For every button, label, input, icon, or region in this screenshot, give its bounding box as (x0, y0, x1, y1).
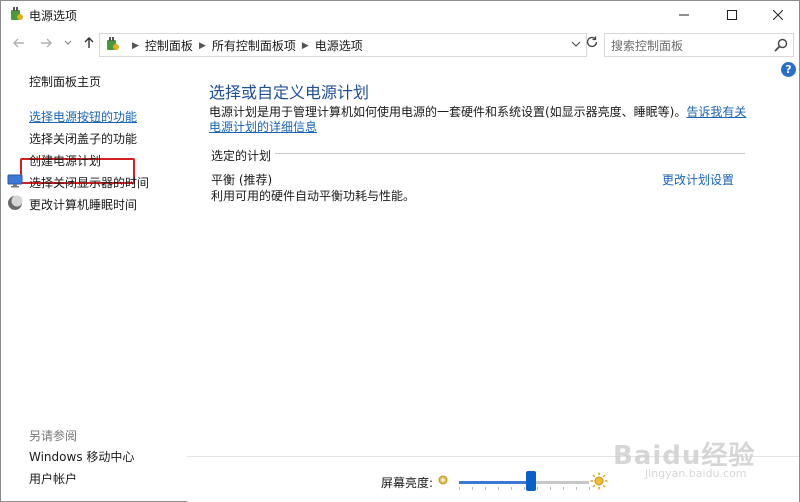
change-plan-settings-link[interactable]: 更改计划设置 (662, 171, 734, 188)
control-panel-home-link[interactable]: 控制面板主页 (29, 73, 101, 90)
slider-tick (511, 487, 512, 490)
search-placeholder: 搜索控制面板 (611, 39, 684, 53)
chevron-right-icon[interactable]: ▶ (302, 41, 309, 51)
slider-tick (498, 487, 499, 490)
watermark-url: jingyan.baidu.com (645, 467, 747, 480)
plan-description: 利用可用的硬件自动平衡功耗与性能。 (211, 189, 416, 203)
brightness-label: 屏幕亮度: (381, 476, 434, 490)
minimize-icon (679, 14, 689, 16)
breadcrumb-control-panel[interactable]: 控制面板 (145, 37, 193, 54)
section-divider (275, 153, 745, 154)
address-dropdown-button[interactable] (568, 37, 584, 53)
moon-icon (8, 195, 23, 210)
search-icon[interactable] (773, 37, 789, 53)
help-button[interactable]: ? (781, 62, 796, 77)
power-options-icon (107, 37, 119, 50)
address-bar[interactable]: ▶ 控制面板 ▶ 所有控制面板项 ▶ 电源选项 (99, 33, 587, 57)
chevron-down-icon (64, 40, 72, 45)
window-title: 电源选项 (29, 9, 78, 23)
maximize-icon (727, 10, 737, 20)
slider-tick (550, 487, 551, 490)
close-icon (773, 10, 783, 20)
dim-sun-icon (438, 475, 448, 485)
back-button[interactable] (11, 36, 27, 52)
chevron-right-icon: ▶ (132, 40, 139, 51)
see-also-heading: 另请参阅 (29, 429, 78, 443)
arrow-left-icon (13, 38, 24, 48)
power-options-icon (11, 7, 23, 20)
power-options-window: 电源选项 ▶ 控制面板 ▶ 所有控制面板项 ▶ 电源选项 搜索控制面板 ? 控制… (0, 0, 800, 502)
breadcrumb-all-items[interactable]: 所有控制面板项 (212, 37, 296, 54)
brightness-slider-track[interactable] (459, 481, 589, 484)
slider-tick (485, 487, 486, 490)
bright-sun-icon (590, 472, 608, 490)
sidebar-item-display-off[interactable]: 选择关闭显示器的时间 (29, 174, 149, 191)
sidebar-item-sleep-time[interactable]: 更改计算机睡眠时间 (29, 196, 137, 213)
breadcrumb: ▶ 控制面板 ▶ 所有控制面板项 ▶ 电源选项 (126, 37, 363, 54)
brightness-slider-thumb[interactable] (525, 471, 536, 491)
chevron-down-icon (571, 41, 581, 47)
sidebar-item-lid-close[interactable]: 选择关闭盖子的功能 (29, 130, 137, 147)
slider-tick (563, 487, 564, 490)
monitor-icon (7, 174, 23, 188)
refresh-button[interactable] (583, 35, 601, 53)
arrow-up-icon (84, 37, 94, 48)
breadcrumb-power-options[interactable]: 电源选项 (315, 37, 363, 54)
title-bar: 电源选项 (1, 1, 799, 29)
plan-name: 平衡 (推荐) (211, 173, 273, 187)
brightness-slider-fill (459, 481, 531, 484)
maximize-button[interactable] (709, 1, 755, 29)
slider-tick (537, 487, 538, 490)
minimize-button[interactable] (661, 1, 707, 29)
address-row: ▶ 控制面板 ▶ 所有控制面板项 ▶ 电源选项 搜索控制面板 (1, 29, 799, 59)
forward-button[interactable] (38, 36, 54, 52)
search-input[interactable]: 搜索控制面板 (604, 33, 794, 57)
recent-locations-button[interactable] (60, 36, 76, 52)
page-description: 电源计划是用于管理计算机如何使用电源的一套硬件和系统设置(如显示器亮度、睡眠等)… (209, 105, 749, 135)
up-button[interactable] (81, 36, 97, 52)
chevron-right-icon[interactable]: ▶ (199, 41, 206, 51)
slider-ticks (459, 487, 590, 490)
sidebar-item-power-button[interactable]: 选择电源按钮的功能 (29, 108, 137, 125)
slider-tick (472, 487, 473, 490)
left-pane: 控制面板主页 选择电源按钮的功能 选择关闭盖子的功能 创建电源计划 选择关闭显示… (1, 59, 187, 501)
refresh-icon (586, 36, 598, 48)
sidebar-item-create-plan[interactable]: 创建电源计划 (29, 152, 101, 169)
slider-tick (576, 487, 577, 490)
page-title: 选择或自定义电源计划 (209, 83, 370, 102)
user-accounts-link[interactable]: 用户帐户 (29, 470, 77, 487)
arrow-right-icon (41, 38, 52, 48)
description-text: 电源计划是用于管理计算机如何使用电源的一套硬件和系统设置(如显示器亮度、睡眠等)… (209, 105, 687, 119)
selected-plan-heading: 选定的计划 (211, 149, 272, 163)
close-button[interactable] (755, 1, 800, 29)
slider-tick (459, 487, 460, 490)
slider-tick (524, 487, 525, 490)
mobility-center-link[interactable]: Windows 移动中心 (29, 448, 134, 465)
